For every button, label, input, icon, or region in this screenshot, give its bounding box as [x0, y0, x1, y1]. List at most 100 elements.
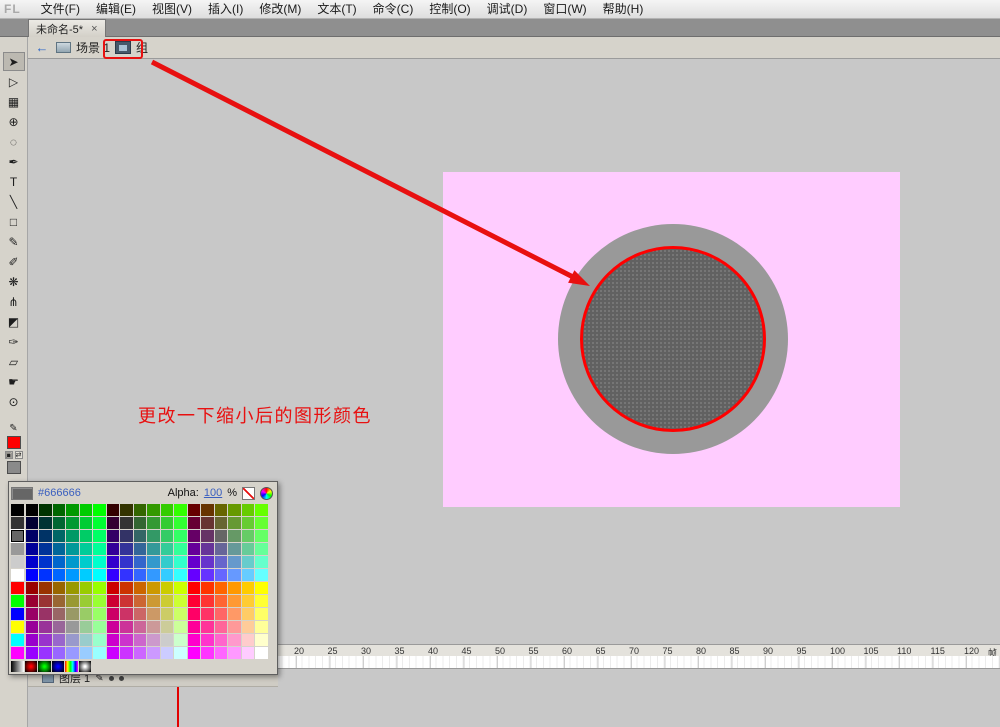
- zoom-tool[interactable]: ⊙: [3, 392, 25, 411]
- pen-tool[interactable]: ✒: [3, 152, 25, 171]
- palette-swatch-99FF99[interactable]: [93, 621, 106, 633]
- palette-swatch-6633FF[interactable]: [201, 569, 214, 581]
- palette-swatch-FFFFFF[interactable]: [255, 647, 268, 659]
- pencil-tool[interactable]: ✎: [3, 232, 25, 251]
- no-color-button[interactable]: [242, 486, 255, 500]
- palette-swatch-336600[interactable]: [133, 504, 146, 516]
- palette-swatch-FFFF00[interactable]: [255, 582, 268, 594]
- palette-swatch-FF6666[interactable]: [214, 608, 227, 620]
- palette-swatch-33FF33[interactable]: [174, 517, 187, 529]
- palette-swatch-FF0099[interactable]: [187, 621, 200, 633]
- palette-swatch-0000CC[interactable]: [25, 556, 38, 568]
- palette-swatch-663366[interactable]: [201, 530, 214, 542]
- selection-tool[interactable]: ➤: [2, 52, 25, 71]
- palette-swatch-00CC00[interactable]: [79, 504, 92, 516]
- palette-swatch-FF0000[interactable]: [11, 582, 24, 594]
- palette-swatch-0099FF[interactable]: [66, 569, 79, 581]
- palette-swatch-6666CC[interactable]: [214, 556, 227, 568]
- palette-swatch-0099CC[interactable]: [66, 556, 79, 568]
- palette-swatch-990000[interactable]: [25, 582, 38, 594]
- palette-swatch-336666[interactable]: [133, 530, 146, 542]
- palette-swatch-666600[interactable]: [214, 504, 227, 516]
- palette-swatch-000099[interactable]: [25, 543, 38, 555]
- palette-swatch-CCFF33[interactable]: [174, 595, 187, 607]
- palette-swatch-CC99FF[interactable]: [147, 647, 160, 659]
- palette-swatch-CC33FF[interactable]: [120, 647, 133, 659]
- palette-swatch-9966CC[interactable]: [52, 634, 65, 646]
- menu-item-4[interactable]: 插入(I): [200, 0, 251, 18]
- palette-swatch-66FFCC[interactable]: [255, 556, 268, 568]
- palette-swatch-006600[interactable]: [52, 504, 65, 516]
- palette-swatch-339933[interactable]: [147, 517, 160, 529]
- palette-swatch-33FFFF[interactable]: [174, 569, 187, 581]
- gradient-swatch-radial-red[interactable]: [24, 661, 37, 672]
- palette-swatch-00FF33[interactable]: [93, 517, 106, 529]
- palette-swatch-339966[interactable]: [147, 530, 160, 542]
- palette-swatch-66FF66[interactable]: [255, 530, 268, 542]
- palette-swatch-FF6633[interactable]: [214, 595, 227, 607]
- palette-swatch-FFCCFF[interactable]: [241, 647, 254, 659]
- palette-swatch-000000[interactable]: [25, 504, 38, 516]
- palette-swatch-669966[interactable]: [228, 530, 241, 542]
- palette-swatch-33FF66[interactable]: [174, 530, 187, 542]
- palette-swatch-CCCCFF[interactable]: [160, 647, 173, 659]
- palette-swatch-CCCC00[interactable]: [160, 582, 173, 594]
- palette-swatch-FFFF00[interactable]: [11, 621, 24, 633]
- palette-swatch-009999[interactable]: [66, 543, 79, 555]
- palette-swatch-00CC66[interactable]: [79, 530, 92, 542]
- palette-swatch-333333[interactable]: [120, 517, 133, 529]
- palette-swatch-669933[interactable]: [228, 517, 241, 529]
- palette-swatch-00CC99[interactable]: [79, 543, 92, 555]
- palette-swatch-CC3366[interactable]: [120, 608, 133, 620]
- palette-swatch-FF33FF[interactable]: [201, 647, 214, 659]
- palette-swatch-99CC99[interactable]: [79, 621, 92, 633]
- palette-swatch-996600[interactable]: [52, 582, 65, 594]
- palette-swatch-009900[interactable]: [66, 504, 79, 516]
- 3d-rotation-tool[interactable]: ⊕: [3, 112, 25, 131]
- palette-swatch-CC6699[interactable]: [133, 621, 146, 633]
- gradient-swatch-linear-bw[interactable]: [11, 661, 24, 672]
- palette-swatch-6633CC[interactable]: [201, 556, 214, 568]
- palette-swatch-FF0033[interactable]: [187, 595, 200, 607]
- palette-swatch-FF99FF[interactable]: [228, 647, 241, 659]
- brush-tool[interactable]: ✐: [3, 252, 25, 271]
- palette-swatch-66FF99[interactable]: [255, 543, 268, 555]
- palette-swatch-66CCFF[interactable]: [241, 569, 254, 581]
- palette-swatch-99FFCC[interactable]: [93, 634, 106, 646]
- palette-swatch-336699[interactable]: [133, 543, 146, 555]
- menu-item-11[interactable]: 帮助(H): [595, 0, 652, 18]
- palette-swatch-66CC33[interactable]: [241, 517, 254, 529]
- palette-swatch-00CCCC[interactable]: [79, 556, 92, 568]
- palette-swatch-000033[interactable]: [25, 517, 38, 529]
- palette-swatch-666699[interactable]: [214, 543, 227, 555]
- palette-swatch-660066[interactable]: [187, 530, 200, 542]
- palette-swatch-CC0099[interactable]: [106, 621, 119, 633]
- palette-swatch-FF0000[interactable]: [187, 582, 200, 594]
- palette-swatch-660033[interactable]: [187, 517, 200, 529]
- palette-swatch-CC9966[interactable]: [147, 608, 160, 620]
- palette-swatch-3399CC[interactable]: [147, 556, 160, 568]
- palette-swatch-66CCCC[interactable]: [241, 556, 254, 568]
- palette-swatch-FF33CC[interactable]: [201, 634, 214, 646]
- palette-swatch-CCCCCC[interactable]: [11, 556, 24, 568]
- palette-swatch-FFFF66[interactable]: [255, 608, 268, 620]
- palette-swatch-6600CC[interactable]: [187, 556, 200, 568]
- palette-swatch-336633[interactable]: [133, 517, 146, 529]
- palette-swatch-CC9999[interactable]: [147, 621, 160, 633]
- palette-swatch-333366[interactable]: [120, 530, 133, 542]
- palette-swatch-9999CC[interactable]: [66, 634, 79, 646]
- palette-swatch-FFFF99[interactable]: [255, 621, 268, 633]
- palette-swatch-00CCFF[interactable]: [79, 569, 92, 581]
- menu-item-1[interactable]: 文件(F): [33, 0, 88, 18]
- palette-swatch-3300CC[interactable]: [106, 556, 119, 568]
- palette-swatch-CC6666[interactable]: [133, 608, 146, 620]
- palette-swatch-CCCC33[interactable]: [160, 595, 173, 607]
- palette-swatch-333333[interactable]: [11, 517, 24, 529]
- stroke-color-swatch[interactable]: [6, 436, 21, 449]
- palette-swatch-66CC66[interactable]: [241, 530, 254, 542]
- palette-swatch-9900CC[interactable]: [25, 634, 38, 646]
- palette-swatch-00FF00[interactable]: [93, 504, 106, 516]
- palette-swatch-CC6600[interactable]: [133, 582, 146, 594]
- palette-swatch-339999[interactable]: [147, 543, 160, 555]
- palette-swatch-99CC66[interactable]: [79, 608, 92, 620]
